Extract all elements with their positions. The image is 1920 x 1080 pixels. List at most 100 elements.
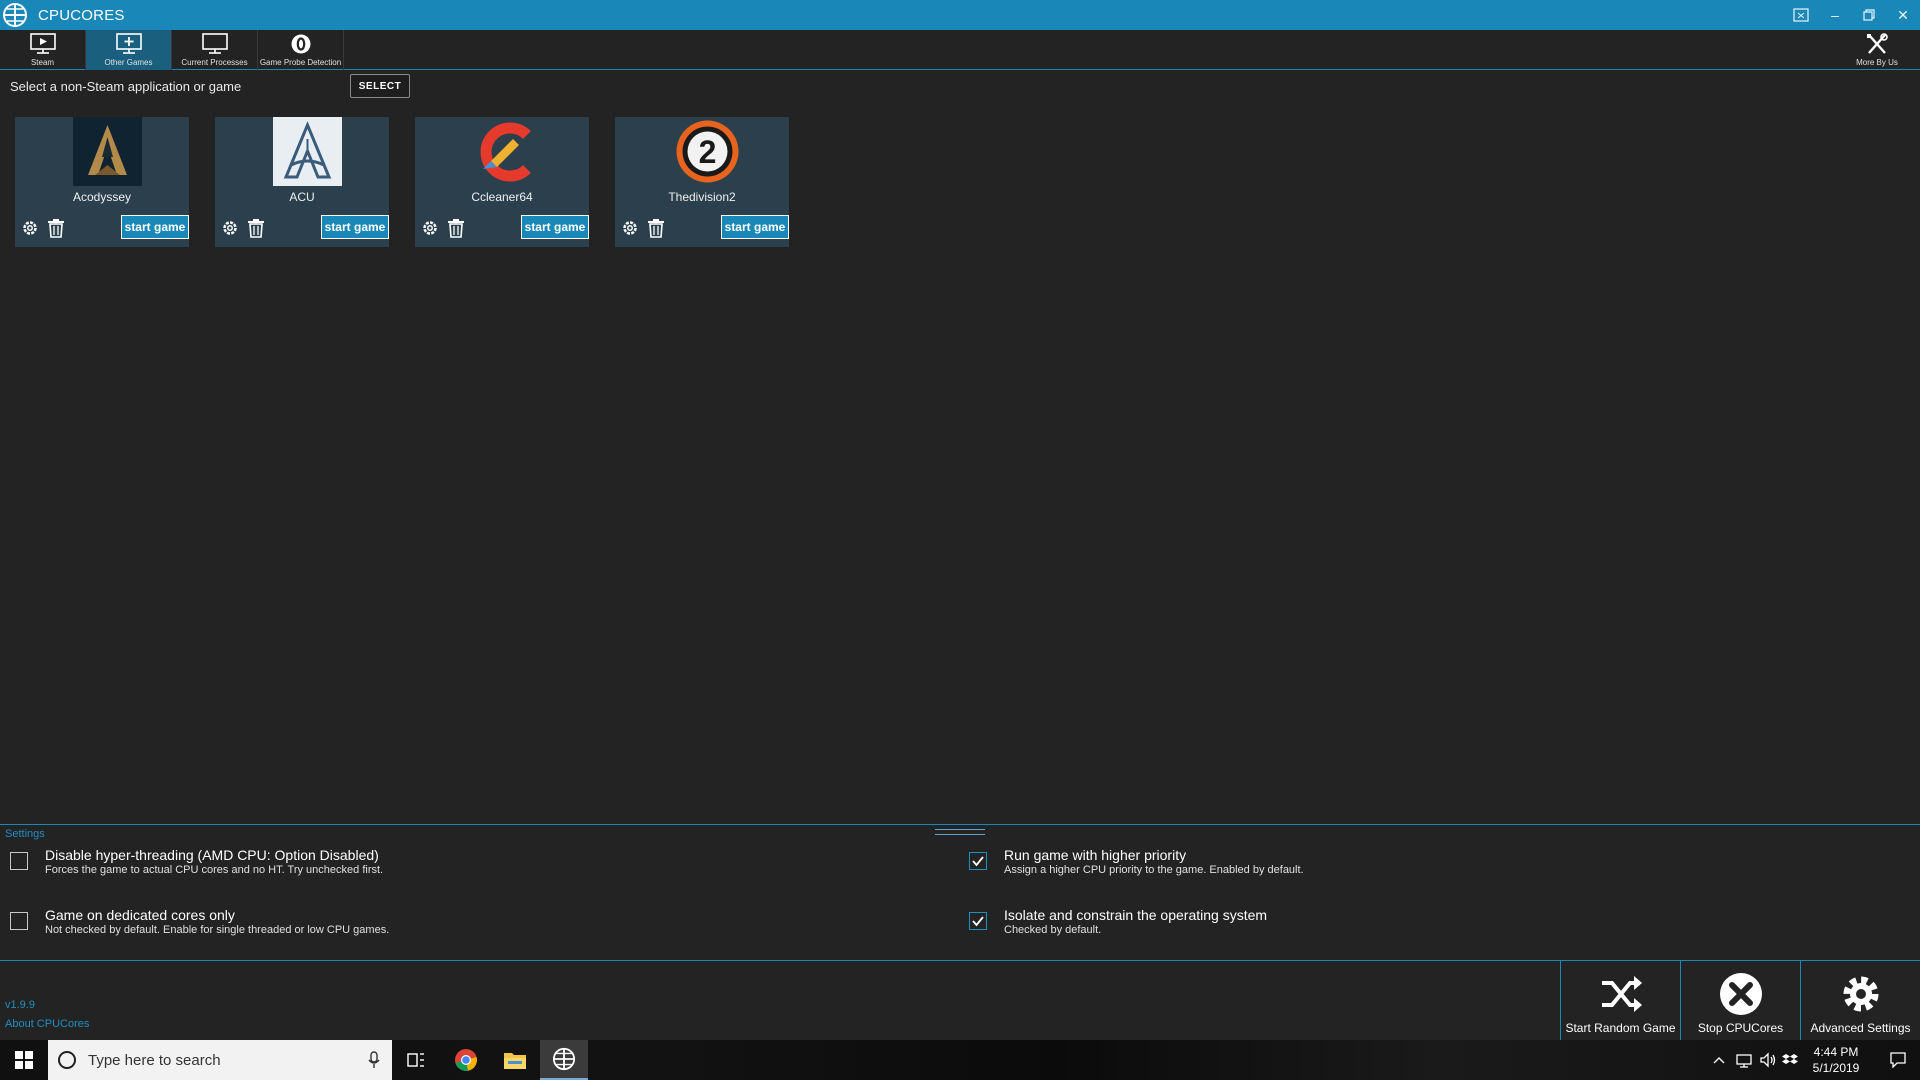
microphone-icon[interactable] [368,1051,380,1069]
clock-date: 5/1/2019 [1812,1061,1860,1075]
checkmark-icon [972,856,984,867]
game-card-ccleaner64: Ccleaner64 start game [415,117,589,247]
delete-game-trash-icon[interactable] [446,218,466,238]
windows-logo-icon [15,1051,33,1069]
tab-current-processes[interactable]: Current Processes [172,30,258,70]
start-game-button[interactable]: start game [721,215,789,239]
option-description: Not checked by default. Enable for singl… [45,924,390,936]
chrome-taskbar-button[interactable] [442,1040,490,1080]
windows-start-button[interactable] [0,1040,48,1080]
option-title: Run game with higher priority [1004,847,1187,863]
game-card-acodyssey: Acodyssey start game [15,117,189,247]
option-higher-priority: Run game with higher priority Assign a h… [969,847,1304,877]
option-title: Disable hyper-threading (AMD CPU: Option… [45,847,379,863]
tab-game-probe-detection-label: Game Probe Detection [259,58,342,67]
action-label: Stop CPUCores [1697,1021,1784,1035]
settings-panel: Settings Disable hyper-threading (AMD CP… [0,824,1920,960]
window-controls: – ✕ [1784,0,1920,30]
game-name: Ccleaner64 [471,190,533,204]
resize-grip[interactable] [935,829,985,835]
app-title: CPUCORES [38,6,125,24]
probe-zero-icon [291,34,310,54]
restore-button[interactable] [1852,0,1886,30]
title-bar: CPUCORES – ✕ [0,0,1920,30]
advanced-settings-button[interactable]: Advanced Settings [1800,961,1920,1041]
compact-view-button[interactable] [1784,0,1818,30]
game-settings-gear-icon[interactable] [20,218,40,238]
delete-game-trash-icon[interactable] [46,218,66,238]
folder-icon [504,1053,526,1069]
clock-time: 4:44 PM [1813,1045,1859,1059]
action-center-button[interactable] [1876,1040,1920,1080]
tab-current-processes-label: Current Processes [181,58,248,67]
cpucores-taskbar-button[interactable] [540,1040,588,1080]
volume-tray-button[interactable] [1756,1040,1780,1080]
isolate-os-checkbox[interactable] [969,912,987,930]
select-button[interactable]: SELECT [350,74,410,98]
start-game-button[interactable]: start game [321,215,389,239]
cortana-circle-icon [58,1051,76,1069]
tools-icon [1867,33,1888,54]
start-game-button[interactable]: start game [521,215,589,239]
delete-game-trash-icon[interactable] [646,218,666,238]
start-random-game-button[interactable]: Start Random Game [1560,961,1680,1041]
dedicated-cores-checkbox[interactable] [10,912,28,930]
option-title: Game on dedicated cores only [45,907,235,923]
tab-steam[interactable]: Steam [0,30,86,70]
start-game-button[interactable]: start game [121,215,189,239]
show-hidden-icons-button[interactable] [1708,1040,1730,1080]
cpucores-logo-icon [3,3,27,27]
acu-game-icon [273,117,342,186]
option-title: Isolate and constrain the operating syst… [1004,907,1268,923]
task-view-icon [407,1053,424,1067]
option-description: Assign a higher CPU priority to the game… [1004,864,1304,876]
footer: v1.9.9 About CPUCores Start Random Game … [0,960,1920,1041]
ccleaner-game-icon [473,117,542,186]
delete-game-trash-icon[interactable] [246,218,266,238]
cpucores-logo-icon [552,1047,576,1071]
close-icon: ✕ [1897,6,1909,23]
notification-icon [1890,1052,1906,1068]
network-tray-button[interactable] [1732,1040,1756,1080]
game-settings-gear-icon[interactable] [420,218,440,238]
option-disable-hyperthreading: Disable hyper-threading (AMD CPU: Option… [10,847,383,877]
action-label: Advanced Settings [1810,1021,1911,1035]
hyperthreading-checkbox[interactable] [10,852,28,870]
tab-toolbar: Steam Other Games Current Processes Game… [0,30,1920,70]
network-icon [1736,1054,1752,1068]
monitor-plus-icon [115,33,142,54]
cpucores-window: CPUCORES – ✕ Steam Other Games Current P… [0,0,1920,1080]
option-description: Checked by default. [1004,924,1102,936]
checkmark-icon [972,916,984,927]
game-settings-gear-icon[interactable] [220,218,240,238]
gear-icon [1843,976,1878,1012]
more-by-us-button[interactable]: More By Us [1834,30,1920,70]
tab-other-games[interactable]: Other Games [86,30,172,70]
restore-icon [1863,9,1875,21]
search-placeholder: Type here to search [88,1051,221,1069]
stop-x-icon [1719,973,1762,1015]
taskbar-clock[interactable]: 4:44 PM 5/1/2019 [1796,1044,1876,1076]
minimize-button[interactable]: – [1818,0,1852,30]
tab-game-probe-detection[interactable]: Game Probe Detection [258,30,344,70]
taskbar-search-box[interactable]: Type here to search [48,1040,392,1080]
task-view-button[interactable] [392,1040,440,1080]
game-settings-gear-icon[interactable] [620,218,640,238]
tab-steam-label: Steam [30,58,55,67]
division2-game-icon: 2 [673,117,742,186]
option-isolate-os: Isolate and constrain the operating syst… [969,907,1267,937]
stop-cpucores-button[interactable]: Stop CPUCores [1680,961,1800,1041]
close-button[interactable]: ✕ [1886,0,1920,30]
settings-label: Settings [5,828,45,840]
monitor-icon [201,33,228,54]
select-prompt: Select a non-Steam application or game [10,78,242,94]
svg-text:2: 2 [699,134,717,170]
windows-taskbar: Type here to search 4:44 PM 5/1/2019 [0,1040,1920,1080]
game-card-thedivision2: 2 Thedivision2 start game [615,117,789,247]
monitor-play-icon [29,33,56,54]
file-explorer-taskbar-button[interactable] [491,1040,539,1080]
option-dedicated-cores: Game on dedicated cores only Not checked… [10,907,389,937]
about-link[interactable]: About CPUCores [5,1018,89,1030]
game-name: Acodyssey [72,190,132,204]
higher-priority-checkbox[interactable] [969,852,987,870]
